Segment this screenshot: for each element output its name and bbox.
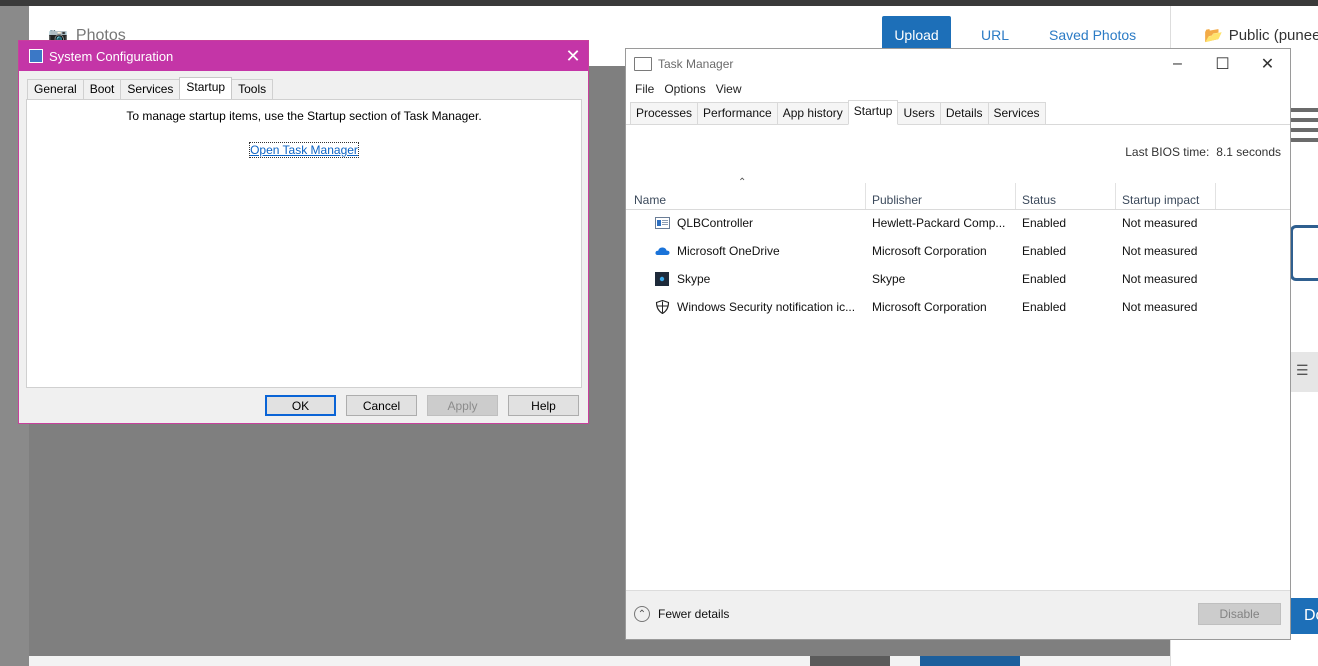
column-divider[interactable] — [1215, 183, 1216, 209]
column-publisher[interactable]: Publisher — [866, 191, 1016, 209]
background-bottom-button — [810, 656, 890, 666]
tm-tab-strip: Processes Performance App history Startu… — [626, 100, 1290, 125]
tab-services[interactable]: Services — [987, 102, 1046, 124]
fewer-details-button[interactable]: ⌃ Fewer details — [634, 606, 729, 622]
sc-close-icon[interactable]: ✕ — [558, 46, 588, 67]
background-right-button[interactable]: Do — [1290, 598, 1318, 634]
msconfig-icon — [29, 49, 43, 63]
skype-icon — [655, 272, 669, 286]
sc-cancel-button[interactable]: Cancel — [346, 395, 417, 416]
menu-view[interactable]: View — [711, 82, 747, 96]
bios-time: Last BIOS time: 8.1 seconds — [1125, 145, 1281, 159]
minimize-icon[interactable]: – — [1155, 55, 1200, 73]
tab-users[interactable]: Users — [897, 102, 941, 124]
background-bottom-button-blue — [920, 656, 1020, 666]
background-menu-button[interactable]: ☰ — [1290, 352, 1318, 392]
table-row[interactable]: Skype Skype Enabled Not measured — [626, 265, 1290, 293]
column-name[interactable]: Name — [628, 191, 866, 209]
public-folder-label[interactable]: 📂 Public (puneet — [1204, 26, 1318, 45]
row-publisher: Skype — [872, 272, 906, 286]
sc-help-button[interactable]: Help — [508, 395, 579, 416]
row-impact: Not measured — [1122, 300, 1198, 314]
row-impact: Not measured — [1122, 244, 1198, 258]
sc-tab-boot[interactable]: Boot — [82, 79, 122, 99]
sc-message: To manage startup items, use the Startup… — [126, 109, 482, 123]
tab-startup[interactable]: Startup — [847, 100, 899, 125]
row-publisher: Microsoft Corporation — [872, 300, 987, 314]
close-icon[interactable]: ✕ — [1245, 54, 1290, 74]
sc-tab-startup[interactable]: Startup — [179, 77, 233, 99]
shield-icon — [655, 300, 670, 314]
tm-menu-bar: File Options View — [626, 79, 1290, 99]
menu-options[interactable]: Options — [659, 82, 710, 96]
chevron-up-icon: ⌃ — [634, 606, 650, 622]
row-name: Microsoft OneDrive — [677, 244, 780, 258]
sc-tab-tools[interactable]: Tools — [231, 79, 274, 99]
tm-title: Task Manager — [658, 57, 734, 71]
row-name: Windows Security notification ic... — [677, 300, 856, 314]
menu-file[interactable]: File — [630, 82, 659, 96]
row-publisher: Microsoft Corporation — [872, 244, 987, 258]
app-window-icon — [655, 217, 670, 229]
row-name: QLBController — [677, 216, 754, 230]
sc-apply-button[interactable]: Apply — [427, 395, 498, 416]
sc-startup-panel: To manage startup items, use the Startup… — [26, 99, 582, 388]
column-startup-impact[interactable]: Startup impact — [1116, 191, 1216, 209]
sc-tab-general[interactable]: General — [27, 79, 84, 99]
row-status: Enabled — [1022, 300, 1067, 314]
row-status: Enabled — [1022, 216, 1067, 230]
row-name: Skype — [677, 272, 711, 286]
sc-title: System Configuration — [49, 48, 174, 64]
url-link[interactable]: URL — [981, 27, 1009, 43]
open-task-manager-link[interactable]: Open Task Manager — [249, 142, 359, 158]
sc-ok-button[interactable]: OK — [265, 395, 336, 416]
bios-time-value: 8.1 seconds — [1216, 145, 1281, 159]
disable-button[interactable]: Disable — [1198, 603, 1281, 625]
tab-performance[interactable]: Performance — [697, 102, 778, 124]
tm-title-bar[interactable]: Task Manager – ☐ ✕ — [626, 49, 1290, 79]
row-publisher: Hewlett-Packard Comp... — [872, 216, 1006, 230]
system-configuration-window: System Configuration ✕ General Boot Serv… — [18, 40, 589, 424]
tab-processes[interactable]: Processes — [630, 102, 699, 124]
background-list-lines — [1290, 108, 1318, 148]
maximize-icon[interactable]: ☐ — [1200, 54, 1245, 74]
fewer-details-label: Fewer details — [658, 607, 730, 621]
table-row[interactable]: Microsoft OneDrive Microsoft Corporation… — [626, 237, 1290, 265]
row-impact: Not measured — [1122, 272, 1198, 286]
bios-time-label: Last BIOS time: — [1125, 145, 1210, 159]
folder-icon: 📂 — [1204, 27, 1223, 44]
tm-column-header: Name Publisher Status Startup impact — [626, 183, 1290, 210]
tm-footer: ⌃ Fewer details Disable — [626, 590, 1290, 639]
task-manager-icon — [634, 57, 652, 71]
row-status: Enabled — [1022, 272, 1067, 286]
tab-details[interactable]: Details — [939, 102, 989, 124]
sc-tab-services[interactable]: Services — [120, 79, 181, 99]
sc-title-bar[interactable]: System Configuration ✕ — [19, 41, 588, 71]
row-status: Enabled — [1022, 244, 1067, 258]
row-impact: Not measured — [1122, 216, 1198, 230]
sc-tab-strip: General Boot Services Startup Tools — [27, 77, 274, 99]
task-manager-window: Task Manager – ☐ ✕ File Options View Pro… — [625, 48, 1291, 640]
table-row[interactable]: Windows Security notification ic... Micr… — [626, 293, 1290, 321]
onedrive-cloud-icon — [655, 247, 670, 255]
background-selected-box — [1290, 225, 1318, 281]
column-status[interactable]: Status — [1016, 191, 1116, 209]
table-row[interactable]: QLBController Hewlett-Packard Comp... En… — [626, 209, 1290, 237]
tab-app-history[interactable]: App history — [776, 102, 849, 124]
saved-photos-link[interactable]: Saved Photos — [1049, 27, 1136, 43]
menu-icon: ☰ — [1296, 362, 1309, 378]
